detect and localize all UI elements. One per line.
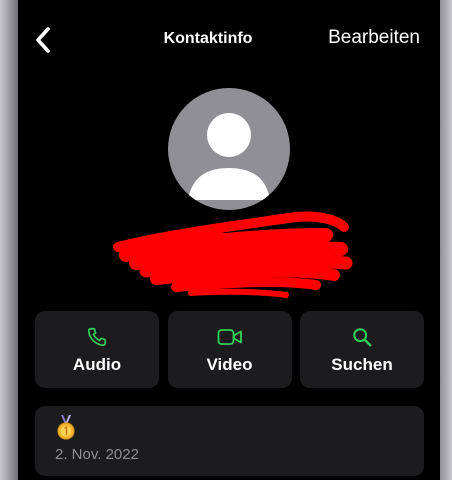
video-call-button[interactable]: Video: [167, 311, 292, 388]
avatar[interactable]: [168, 88, 290, 210]
device-frame: Kontaktinfo Bearbeiten Audio Video Suche…: [0, 0, 452, 480]
audio-call-button[interactable]: Audio: [35, 311, 159, 388]
video-call-label: Video: [206, 355, 253, 374]
back-button[interactable]: [28, 22, 58, 58]
redacted-name-scribble: [113, 211, 353, 298]
search-button[interactable]: Suchen: [300, 311, 424, 388]
search-label: Suchen: [331, 355, 393, 374]
quick-actions: Audio Video Suchen: [35, 311, 424, 388]
person-silhouette-icon: [188, 113, 270, 200]
search-icon: [348, 325, 376, 349]
about-date: 2. Nov. 2022: [55, 446, 139, 463]
audio-call-label: Audio: [72, 355, 122, 374]
about-card[interactable]: 2. Nov. 2022: [35, 406, 424, 476]
chevron-left-icon: [36, 27, 50, 53]
phone-icon: [83, 325, 111, 349]
navigation-bar: Kontaktinfo Bearbeiten: [18, 0, 440, 80]
video-camera-icon: [216, 325, 244, 349]
page-title: Kontaktinfo: [163, 30, 253, 47]
edit-button[interactable]: Bearbeiten: [328, 27, 420, 49]
contact-info-screen: Kontaktinfo Bearbeiten Audio Video Suche…: [18, 0, 440, 480]
gold-medal-icon: [57, 415, 75, 440]
